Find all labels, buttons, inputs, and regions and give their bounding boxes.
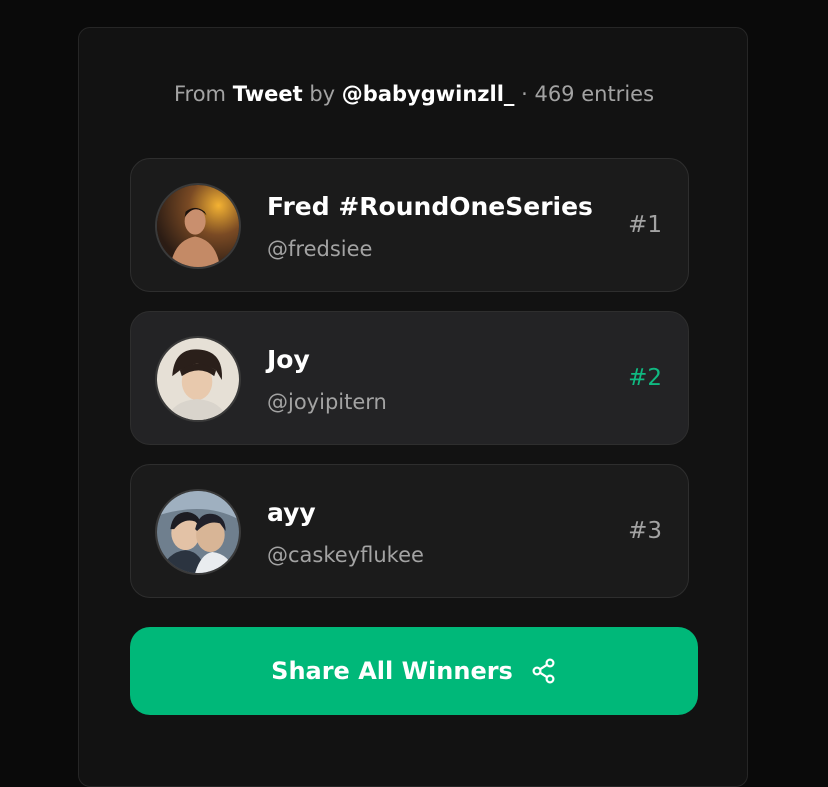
avatar xyxy=(155,336,241,422)
share-button-label: Share All Winners xyxy=(271,657,513,685)
winner-rank: #2 xyxy=(628,365,662,391)
winner-handle[interactable]: @joyipitern xyxy=(267,390,387,414)
winner-name: ayy xyxy=(267,498,316,527)
winner-name: Joy xyxy=(267,345,310,374)
source-line: From Tweet by @babygwinzll_ · 469 entrie… xyxy=(0,82,828,106)
share-icon xyxy=(531,658,557,684)
author-handle[interactable]: @babygwinzll_ xyxy=(342,82,515,106)
from-label: From xyxy=(173,82,227,106)
by-label: by xyxy=(309,82,336,106)
share-all-winners-button[interactable]: Share All Winners xyxy=(130,627,698,715)
winner-handle[interactable]: @caskeyflukee xyxy=(267,543,424,567)
winner-card[interactable]: Fred #RoundOneSeries @fredsiee #1 xyxy=(130,158,689,292)
avatar xyxy=(155,183,241,269)
entries-count: · 469 entries xyxy=(521,82,655,106)
winner-name: Fred #RoundOneSeries xyxy=(267,192,593,221)
winner-rank: #3 xyxy=(628,518,662,544)
winner-card[interactable]: ayy @caskeyflukee #3 xyxy=(130,464,689,598)
winner-handle[interactable]: @fredsiee xyxy=(267,237,372,261)
avatar xyxy=(155,489,241,575)
winner-card[interactable]: Joy @joyipitern #2 xyxy=(130,311,689,445)
winner-rank: #1 xyxy=(628,212,662,238)
source-type[interactable]: Tweet xyxy=(233,82,303,106)
